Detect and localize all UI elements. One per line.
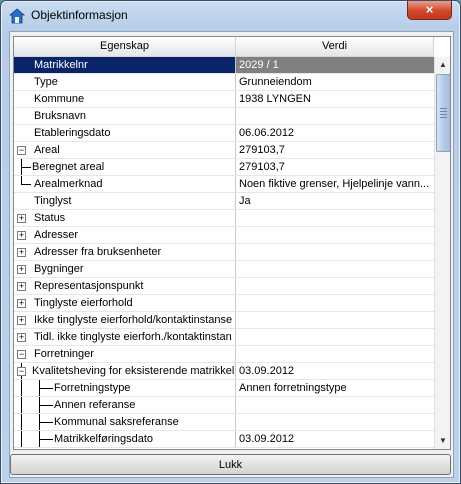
row-label: Adresser	[34, 229, 79, 241]
row-label: Tidl. ikke tinglyste eierforh./kontaktin…	[34, 331, 232, 343]
plus-icon[interactable]: +	[17, 282, 26, 291]
row-label: Tinglyst	[34, 195, 72, 207]
minus-icon[interactable]: −	[17, 367, 26, 376]
row-value	[236, 278, 434, 294]
property-grid: Egenskap Verdi Matrikkelnr 2029 / 1 Type…	[13, 36, 451, 450]
table-row[interactable]: Etableringsdato 06.06.2012	[14, 125, 434, 142]
house-icon	[9, 8, 25, 24]
row-value	[236, 210, 434, 226]
row-value	[236, 227, 434, 243]
row-value	[236, 329, 434, 345]
column-header-value[interactable]: Verdi	[236, 37, 434, 56]
close-window-button[interactable]: ×	[407, 1, 452, 20]
plus-icon[interactable]: +	[17, 299, 26, 308]
table-row[interactable]: + Representasjonspunkt	[14, 278, 434, 295]
table-row[interactable]: − Forretninger	[14, 346, 434, 363]
row-value: 279103,7	[239, 144, 285, 156]
plus-icon[interactable]: +	[17, 316, 26, 325]
row-value	[236, 244, 434, 260]
table-row[interactable]: Kommune 1938 LYNGEN	[14, 91, 434, 108]
table-row[interactable]: + Bygninger	[14, 261, 434, 278]
table-row[interactable]: + Tinglyste eierforhold	[14, 295, 434, 312]
table-row[interactable]: Annen referanse	[14, 397, 434, 414]
table-row[interactable]: + Adresser	[14, 227, 434, 244]
row-value: Ja	[239, 195, 251, 207]
row-value	[236, 312, 434, 328]
close-button[interactable]: Lukk	[10, 454, 451, 475]
table-row[interactable]: Tinglyst Ja	[14, 193, 434, 210]
table-row[interactable]: Matrikkelnr 2029 / 1	[14, 57, 434, 74]
row-label: Adresser fra bruksenheter	[34, 246, 162, 258]
row-label: Representasjonspunkt	[34, 280, 144, 292]
row-label: Forretningstype	[54, 382, 131, 394]
plus-icon[interactable]: +	[17, 333, 26, 342]
table-row[interactable]: Beregnet areal 279103,7	[14, 159, 434, 176]
object-info-window: Objektinformasjon × Egenskap Verdi Matri…	[0, 0, 461, 484]
table-row[interactable]: Kommunal saksreferanse	[14, 414, 434, 431]
minus-icon[interactable]: −	[17, 350, 26, 359]
row-label: Tinglyste eierforhold	[34, 297, 133, 309]
row-label: Status	[34, 212, 66, 224]
grid-header: Egenskap Verdi	[14, 37, 434, 57]
row-value: 279103,7	[239, 161, 285, 173]
row-label: Matrikkelføringsdato	[54, 433, 154, 445]
row-label: Kommune	[34, 93, 85, 105]
title-bar[interactable]: Objektinformasjon ×	[1, 1, 460, 31]
row-label: Arealmerknad	[34, 178, 103, 190]
row-label: Matrikkelnr	[34, 59, 88, 71]
row-value: 03.09.2012	[239, 433, 295, 445]
table-row[interactable]: Arealmerknad Noen fiktive grenser, Hjelp…	[14, 176, 434, 193]
vertical-scrollbar[interactable]: ▲ ▼	[434, 57, 450, 449]
row-value: 1938 LYNGEN	[239, 93, 311, 105]
table-row[interactable]: + Tidl. ikke tinglyste eierforh./kontakti…	[14, 329, 434, 346]
row-value	[236, 261, 434, 277]
table-row[interactable]: − Areal 279103,7	[14, 142, 434, 159]
row-label: Kommunal saksreferanse	[54, 416, 179, 428]
row-label: Beregnet areal	[32, 161, 105, 173]
minus-icon[interactable]: −	[17, 146, 26, 155]
row-value: 2029 / 1	[236, 57, 434, 73]
table-row[interactable]: Bruksnavn	[14, 108, 434, 125]
plus-icon[interactable]: +	[17, 248, 26, 257]
table-row[interactable]: Type Grunneiendom	[14, 74, 434, 91]
row-label: Kvalitetsheving for eksisterende matrikk…	[32, 365, 235, 377]
row-label: Etableringsdato	[34, 127, 111, 139]
table-row[interactable]: Forretningstype Annen forretningstype	[14, 380, 434, 397]
row-value: 03.09.2012	[239, 365, 295, 377]
row-label: Areal	[34, 144, 60, 156]
scroll-up-arrow-icon[interactable]: ▲	[435, 57, 450, 73]
scroll-down-arrow-icon[interactable]: ▼	[435, 433, 450, 449]
window-title: Objektinformasjon	[31, 8, 128, 22]
table-row[interactable]: Matrikkelføringsdato 03.09.2012	[14, 431, 434, 448]
row-label: Annen referanse	[54, 399, 136, 411]
plus-icon[interactable]: +	[17, 214, 26, 223]
table-row[interactable]: + Status	[14, 210, 434, 227]
row-label: Bygninger	[34, 263, 84, 275]
row-label: Forretninger	[34, 348, 94, 360]
row-value: Noen fiktive grenser, Hjelpelinje vann..…	[239, 178, 430, 190]
row-value	[236, 397, 434, 413]
scroll-thumb[interactable]	[436, 74, 450, 152]
row-value: Annen forretningstype	[239, 382, 347, 394]
table-row[interactable]: + Ikke tinglyste eierforhold/kontaktinsta…	[14, 312, 434, 329]
row-label: Bruksnavn	[34, 110, 86, 122]
close-icon[interactable]: ×	[408, 1, 451, 19]
row-value: Grunneiendom	[239, 76, 312, 88]
table-row[interactable]: − Kvalitetsheving for eksisterende matri…	[14, 363, 434, 380]
plus-icon[interactable]: +	[17, 265, 26, 274]
row-value	[236, 108, 434, 124]
dialog-body: Egenskap Verdi Matrikkelnr 2029 / 1 Type…	[9, 31, 454, 478]
column-header-property[interactable]: Egenskap	[14, 37, 236, 56]
row-label: Type	[34, 76, 58, 88]
plus-icon[interactable]: +	[17, 231, 26, 240]
row-value	[236, 295, 434, 311]
row-value	[236, 346, 434, 362]
grid-rows: Matrikkelnr 2029 / 1 Type Grunneiendom K…	[14, 57, 434, 448]
row-label: Ikke tinglyste eierforhold/kontaktinstan…	[34, 314, 233, 326]
row-value: 06.06.2012	[239, 127, 295, 139]
row-value	[236, 414, 434, 430]
table-row[interactable]: + Adresser fra bruksenheter	[14, 244, 434, 261]
